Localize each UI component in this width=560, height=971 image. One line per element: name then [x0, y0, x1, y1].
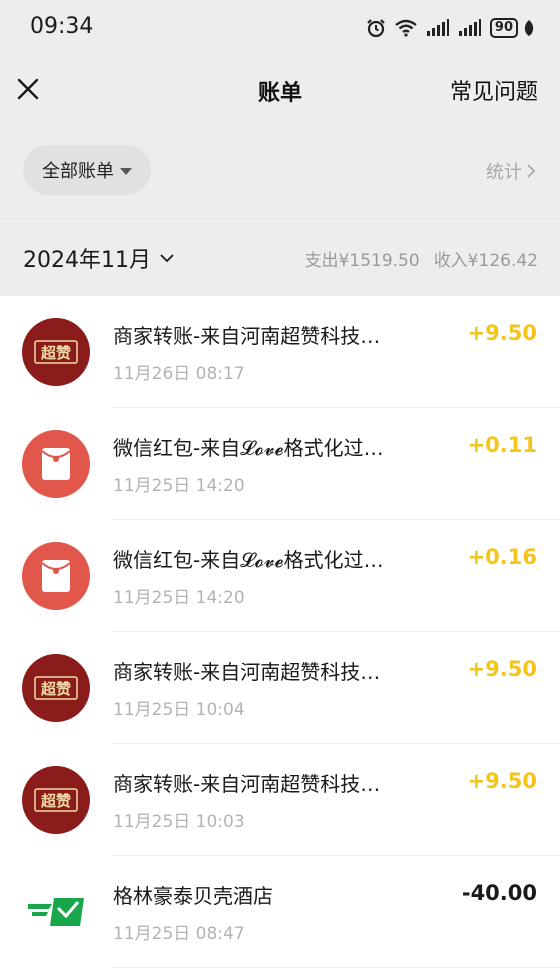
transaction-row[interactable]: 超赞 商家转账-来自河南超赞科技… 11月25日 10:03 +9.50: [0, 744, 560, 856]
wifi-icon: [395, 19, 417, 37]
merchant-logo-mark: 超赞: [34, 676, 78, 700]
transaction-amount: +9.50: [467, 657, 537, 681]
transaction-title: 微信红包-来自𝓛𝓸𝓿𝓮格式化过…: [113, 436, 384, 460]
merchant-logo: 超赞: [22, 318, 90, 386]
hotel-logo-mark: [28, 898, 84, 926]
stats-label: 统计: [486, 162, 522, 183]
caret-down-icon: [120, 167, 132, 175]
alarm-icon: [367, 19, 385, 38]
transaction-amount: -40.00: [461, 881, 537, 905]
transaction-amount: +0.16: [467, 545, 537, 569]
merchant-logo-text: 超赞: [40, 344, 71, 362]
transaction-row[interactable]: 格林豪泰贝壳酒店 11月25日 08:47 -40.00: [0, 856, 560, 968]
transaction-row[interactable]: 微信红包-来自𝓛𝓸𝓿𝓮格式化过… 11月25日 14:20 +0.16: [0, 520, 560, 632]
transaction-time: 11月25日 14:20: [113, 588, 245, 608]
transaction-amount: +9.50: [467, 321, 537, 345]
red-packet-icon: [22, 542, 90, 610]
transaction-title: 微信红包-来自𝓛𝓸𝓿𝓮格式化过…: [113, 548, 384, 572]
faq-button[interactable]: 常见问题: [450, 74, 538, 106]
transaction-amount: +0.11: [467, 433, 537, 457]
month-expense: 支出¥1519.50: [304, 251, 420, 271]
merchant-logo: 超赞: [22, 654, 90, 722]
merchant-logo-text: 超赞: [40, 680, 71, 698]
transaction-title: 商家转账-来自河南超赞科技…: [113, 324, 381, 348]
transaction-list: 超赞 商家转账-来自河南超赞科技… 11月26日 08:17 +9.50 微信红…: [0, 296, 560, 971]
merchant-logo: 超赞: [22, 766, 90, 834]
chevron-right-icon: [527, 164, 536, 178]
merchant-logo-mark: 超赞: [34, 788, 78, 812]
filter-bar: 全部账单 统计: [0, 122, 560, 218]
chevron-down-icon: [160, 254, 174, 263]
transaction-time: 11月25日 10:04: [113, 700, 245, 720]
merchant-logo-text: 超赞: [40, 792, 71, 810]
leaf-icon: [524, 20, 534, 36]
month-header: 2024年11月 支出¥1519.50 收入¥126.42: [0, 218, 560, 296]
signal-icon: [426, 19, 449, 36]
transaction-title: 商家转账-来自河南超赞科技…: [113, 660, 381, 684]
month-label: 2024年11月: [23, 248, 151, 273]
transaction-time: 11月25日 14:20: [113, 476, 245, 496]
transaction-amount: +9.50: [467, 769, 537, 793]
red-packet-mark: [41, 448, 71, 480]
battery-level: 90: [494, 20, 513, 35]
status-time: 09:34: [30, 14, 94, 39]
transaction-row[interactable]: 超赞 商家转账-来自河南超赞科技… 11月25日 10:04 +9.50: [0, 632, 560, 744]
status-bar: 09:34 90: [0, 0, 560, 56]
transaction-time: 11月25日 10:03: [113, 812, 245, 832]
month-summary: 支出¥1519.50 收入¥126.42: [305, 246, 538, 271]
transaction-title: 商家转账-来自河南超赞科技…: [113, 772, 381, 796]
red-packet-icon: [22, 430, 90, 498]
transaction-time: 11月26日 08:17: [113, 364, 245, 384]
hotel-logo: [22, 878, 90, 946]
transaction-title: 格林豪泰贝壳酒店: [113, 884, 273, 908]
bill-filter-dropdown[interactable]: 全部账单: [23, 145, 151, 195]
merchant-logo-mark: 超赞: [34, 340, 78, 364]
month-income: 收入¥126.42: [433, 251, 538, 271]
stats-button[interactable]: 统计: [486, 158, 536, 184]
transaction-time: 11月25日 08:47: [113, 924, 245, 944]
transaction-row[interactable]: 微信红包-来自𝓛𝓸𝓿𝓮格式化过… 11月25日 14:20 +0.11: [0, 408, 560, 520]
signal-icon: [458, 19, 481, 36]
month-selector[interactable]: 2024年11月: [23, 242, 175, 274]
bill-filter-label: 全部账单: [42, 161, 114, 182]
transaction-row[interactable]: 超赞 商家转账-来自河南超赞科技… 11月26日 08:17 +9.50: [0, 296, 560, 408]
red-packet-mark: [41, 560, 71, 592]
status-icons: 90: [366, 16, 536, 40]
nav-bar: 账单 常见问题: [0, 56, 560, 122]
battery-icon: 90: [489, 18, 518, 38]
